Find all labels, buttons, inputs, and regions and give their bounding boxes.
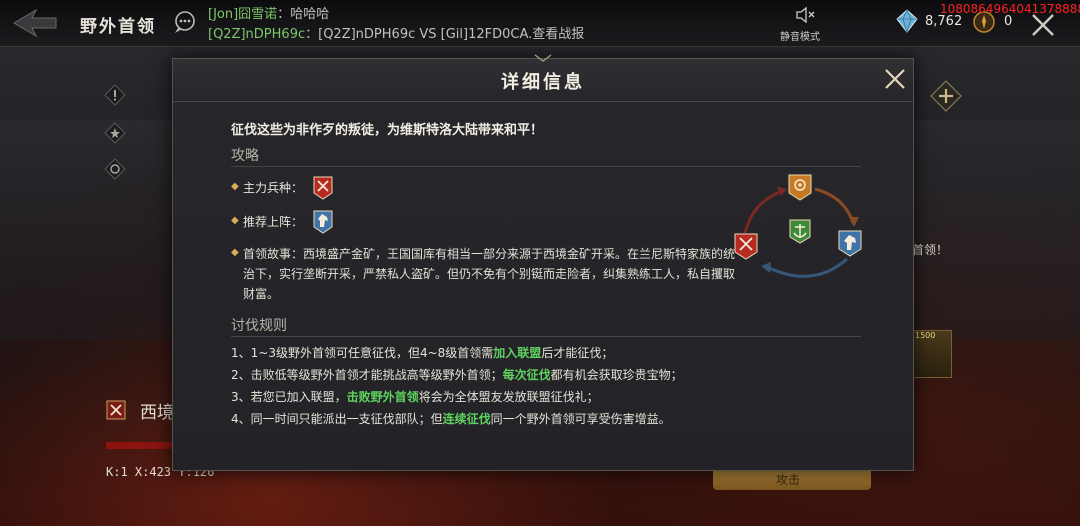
rules-section-title: 讨伐规则	[231, 318, 287, 334]
rule-text: 3、若您已加入联盟，	[231, 390, 347, 404]
chat-sender: [Jon]囧雪诺	[208, 7, 278, 22]
mute-mode-label[interactable]: 静音模式	[780, 28, 820, 43]
dialog-title: 详细信息	[501, 72, 585, 93]
rule-item: 3、若您已加入联盟，击败野外首领将会为全体盟友发放联盟征伐礼；	[231, 388, 599, 405]
attack-button-label: 攻击	[776, 473, 801, 487]
star-diamond-icon[interactable]	[104, 122, 126, 144]
story-label: 首领故事：	[243, 247, 304, 261]
chat-separator: ：	[305, 27, 319, 42]
chat-text: 哈哈哈	[290, 7, 330, 22]
section-divider	[231, 336, 861, 337]
rule-item: 2、击败低等级野外首领才能挑战高等级野外首领；每次征伐都有机会获取珍贵宝物；	[231, 366, 683, 383]
info-diamond-icon[interactable]	[104, 84, 126, 106]
rule-highlight: 加入联盟	[493, 346, 542, 360]
rule-highlight: 连续征伐	[442, 412, 491, 426]
rule-text: 后才能征伐；	[541, 346, 614, 360]
chat-sender: [Q2Z]nDPH69c	[208, 27, 306, 42]
rule-highlight: 击败野外首领	[346, 390, 419, 404]
bullet-icon: ◆	[231, 247, 239, 258]
crossed-swords-icon	[313, 176, 333, 200]
main-unit-label: 主力兵种：	[243, 181, 304, 195]
boss-hp-bar	[106, 442, 176, 449]
anchor-icon	[789, 219, 811, 244]
rule-text: 同一个野外首领可享受伤害增益。	[490, 412, 671, 426]
rule-text: 4、同一时间只能派出一支征伐部队；但	[231, 412, 443, 426]
rule-item: 1、1~3级野外首领可任意征伐，但4~8级首领需加入联盟后才能征伐；	[231, 344, 613, 361]
header-ornament-icon	[534, 54, 552, 62]
rule-item: 4、同一时间只能派出一支征伐部队；但连续征伐同一个野外首领可享受伤害增益。	[231, 410, 671, 427]
intro-text: 征伐这些为非作歹的叛徒，为维斯特洛大陆带来和平！	[231, 123, 544, 138]
topbar-divider	[0, 46, 1080, 47]
chat-icon[interactable]	[172, 10, 198, 34]
debug-overlay-id: 1080864964041378888	[940, 2, 1080, 16]
page-title: 野外首领	[80, 17, 156, 37]
top-bar: 野外首领 [Jon]囧雪诺：哈哈哈 [Q2Z]nDPH69c：[Q2Z]nDPH…	[0, 0, 1080, 46]
dialog-header: 详细信息	[173, 54, 913, 102]
horse-head-icon	[313, 210, 333, 234]
close-icon[interactable]	[883, 67, 907, 91]
section-divider	[231, 166, 861, 167]
gem-icon[interactable]	[893, 7, 921, 35]
horse-head-icon	[838, 230, 862, 257]
boss-hint-text: 首领！	[912, 243, 949, 257]
chat-message[interactable]: [Q2Z]nDPH69c：[Q2Z]nDPH69c VS [Gil]12FD0C…	[208, 23, 584, 42]
detail-info-dialog: 详细信息 征伐这些为非作歹的叛徒，为维斯特洛大陆带来和平！ 攻略 ◆ 主力兵种：…	[172, 54, 914, 471]
chat-separator: ：	[277, 7, 291, 22]
gold-count: 0	[1004, 14, 1013, 29]
rule-highlight: 每次征伐	[502, 368, 551, 382]
mute-icon[interactable]	[795, 6, 815, 24]
crossed-swords-icon	[106, 400, 126, 420]
back-arrow-icon[interactable]	[6, 6, 62, 40]
shield-diamond-icon[interactable]	[104, 158, 126, 180]
rule-text: 将会为全体盟友发放联盟征伐礼；	[418, 390, 599, 404]
rule-text: 都有机会获取珍贵宝物；	[550, 368, 683, 382]
plus-icon[interactable]	[930, 80, 962, 112]
archery-target-icon	[788, 174, 812, 201]
boss-name: 西境	[140, 403, 174, 423]
reward-count: 1500	[915, 331, 936, 340]
chat-text: [Q2Z]nDPH69c VS [Gil]12FD0CA.查看战报	[318, 27, 585, 42]
rule-text: 1、1~3级野外首领可任意征伐，但4~8级首领需	[231, 346, 494, 360]
bullet-icon: ◆	[231, 181, 239, 192]
story-text: 西境盛产金矿，王国国库有相当一部分来源于西境金矿开采。在兰尼斯特家族的统治下，实…	[243, 247, 736, 301]
chat-message[interactable]: [Jon]囧雪诺：哈哈哈	[208, 3, 329, 22]
crossed-swords-icon	[734, 233, 758, 260]
gem-count: 8,762	[925, 14, 963, 29]
unit-counter-cycle	[734, 174, 862, 278]
boss-story: 首领故事：西境盛产金矿，王国国库有相当一部分来源于西境金矿开采。在兰尼斯特家族的…	[243, 244, 739, 304]
recommend-label: 推荐上阵：	[243, 215, 304, 229]
rule-text: 2、击败低等级野外首领才能挑战高等级野外首领；	[231, 368, 503, 382]
strategy-section-title: 攻略	[231, 148, 259, 164]
bullet-icon: ◆	[231, 215, 239, 226]
